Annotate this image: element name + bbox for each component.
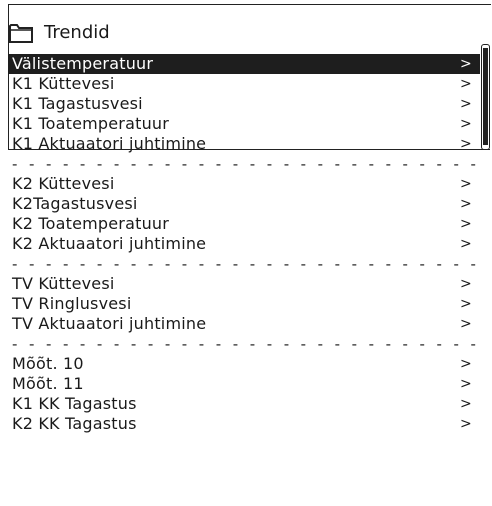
chevron-right-icon: > xyxy=(460,356,472,372)
list-item[interactable]: K1 Toatemperatuur > xyxy=(8,114,492,134)
list-item[interactable]: TV Küttevesi > xyxy=(8,274,492,294)
chevron-right-icon: > xyxy=(460,56,472,72)
list-item-label: Mõõt. 11 xyxy=(12,374,84,393)
chevron-right-icon: > xyxy=(460,216,472,232)
list-item-label: TV Aktuaatori juhtimine xyxy=(12,314,207,333)
list-item-label: K1 Küttevesi xyxy=(12,74,115,93)
list-item[interactable]: TV Aktuaatori juhtimine > xyxy=(8,314,492,334)
list-item-label: K1 Aktuaatori juhtimine xyxy=(12,134,207,153)
chevron-right-icon: > xyxy=(460,396,472,412)
chevron-right-icon: > xyxy=(460,76,472,92)
list-item-label: Mõõt. 10 xyxy=(12,354,84,373)
list-item-label: Välistemperatuur xyxy=(12,54,154,73)
list-item[interactable]: K1 KK Tagastus > xyxy=(8,394,492,414)
list-item-label: K2 Toatemperatuur xyxy=(12,214,170,233)
list-separator: - - - - - - - - - - - - - - - - - - - - … xyxy=(12,335,488,353)
scrollbar-thumb[interactable] xyxy=(483,48,488,145)
list-item-label: K1 Toatemperatuur xyxy=(12,114,170,133)
list-item[interactable]: K1 Küttevesi > xyxy=(8,74,492,94)
list-item-label: K2 Aktuaatori juhtimine xyxy=(12,234,207,253)
chevron-right-icon: > xyxy=(460,276,472,292)
list-item[interactable]: K2 KK Tagastus > xyxy=(8,414,492,434)
list-item[interactable]: K1 Aktuaatori juhtimine > xyxy=(8,134,492,154)
chevron-right-icon: > xyxy=(460,376,472,392)
scrollbar[interactable] xyxy=(481,44,490,150)
chevron-right-icon: > xyxy=(460,116,472,132)
list-separator: - - - - - - - - - - - - - - - - - - - - … xyxy=(12,255,488,273)
list-item[interactable]: Mõõt. 10 > xyxy=(8,354,492,374)
page-title: Trendid xyxy=(44,22,110,43)
list-item[interactable]: K2Tagastusvesi > xyxy=(8,194,492,214)
list-item-label: K1 Tagastusvesi xyxy=(12,94,143,113)
trend-list: Välistemperatuur > K1 Küttevesi > K1 Tagastu… xyxy=(8,54,492,434)
chevron-right-icon: > xyxy=(460,96,472,112)
list-item-label: TV Ringlusvesi xyxy=(12,294,132,313)
list-item[interactable]: Mõõt. 11 > xyxy=(8,374,492,394)
folder-icon xyxy=(9,24,33,43)
list-item-label: K2 Küttevesi xyxy=(12,174,115,193)
chevron-right-icon: > xyxy=(460,136,472,152)
list-item[interactable]: K1 Tagastusvesi > xyxy=(8,94,492,114)
list-item-label: K2 KK Tagastus xyxy=(12,414,137,433)
chevron-right-icon: > xyxy=(460,416,472,432)
list-item[interactable]: Välistemperatuur > xyxy=(8,54,480,74)
list-item-label: K2Tagastusvesi xyxy=(12,194,138,213)
chevron-right-icon: > xyxy=(460,196,472,212)
list-item-label: K1 KK Tagastus xyxy=(12,394,137,413)
title-bar: Trendid xyxy=(8,20,492,48)
chevron-right-icon: > xyxy=(460,176,472,192)
chevron-right-icon: > xyxy=(460,236,472,252)
list-separator: - - - - - - - - - - - - - - - - - - - - … xyxy=(12,155,488,173)
chevron-right-icon: > xyxy=(460,316,472,332)
list-item[interactable]: K2 Aktuaatori juhtimine > xyxy=(8,234,492,254)
list-item[interactable]: TV Ringlusvesi > xyxy=(8,294,492,314)
chevron-right-icon: > xyxy=(460,296,472,312)
list-item-label: TV Küttevesi xyxy=(12,274,115,293)
list-item[interactable]: K2 Toatemperatuur > xyxy=(8,214,492,234)
list-item[interactable]: K2 Küttevesi > xyxy=(8,174,492,194)
